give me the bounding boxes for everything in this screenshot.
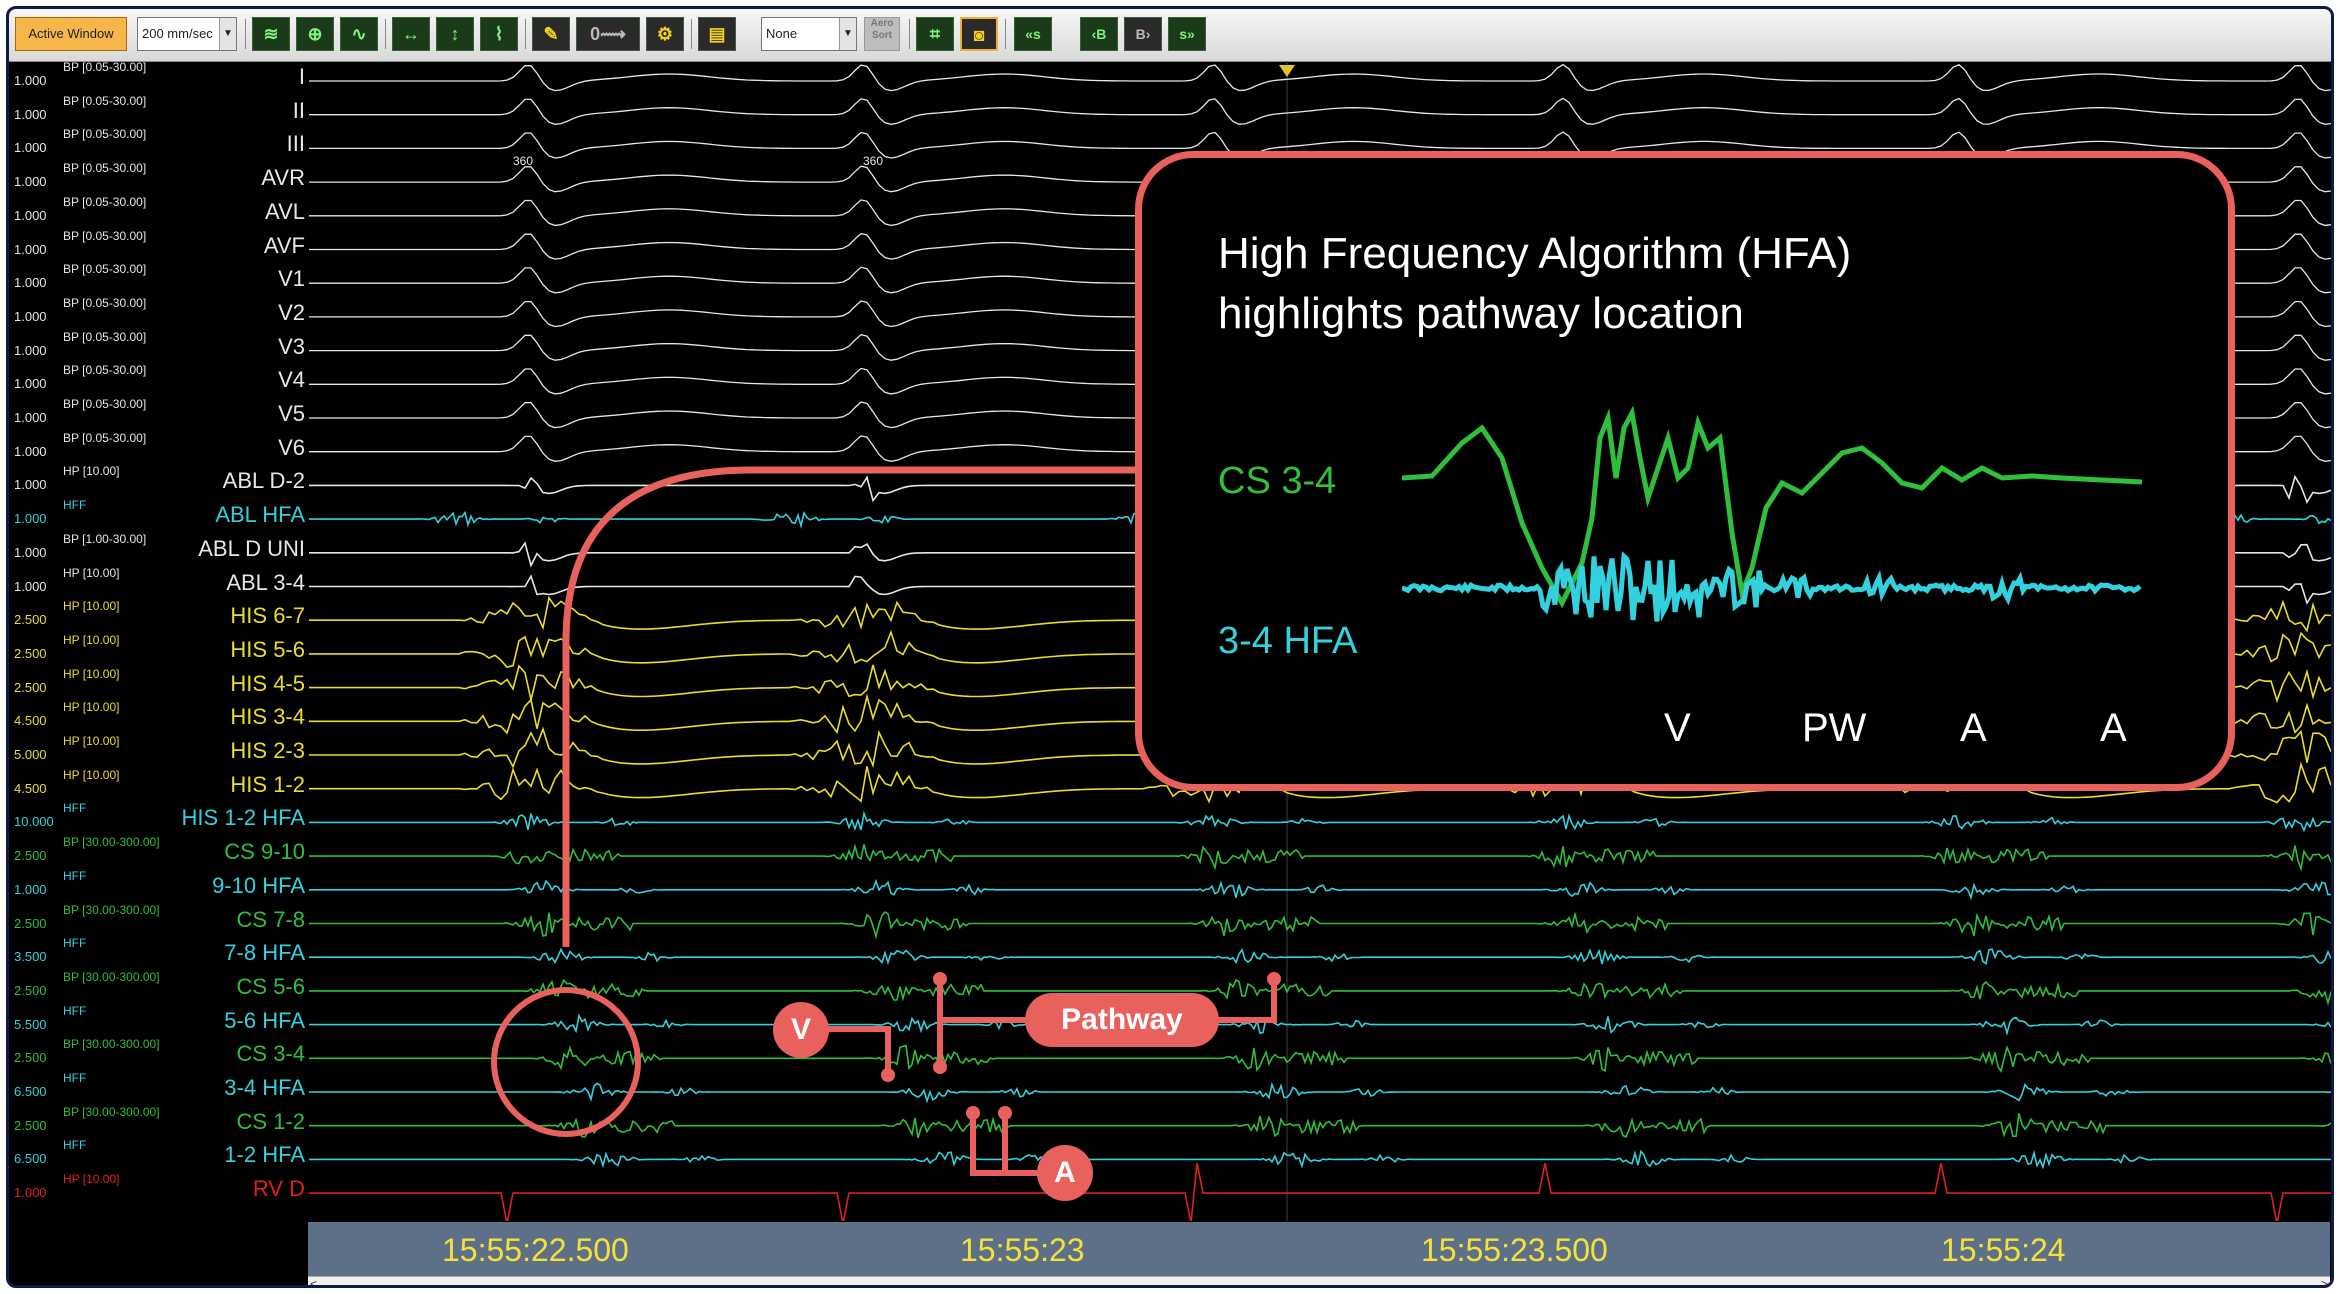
pathway-dot [1267,972,1281,986]
hfa-callout: High Frequency Algorithm (HFA) highlight… [1135,151,2235,791]
callout-marker-label: A [1960,706,1987,750]
v-marker-badge: V [773,1002,829,1058]
pathway-badge: Pathway [1025,993,1219,1047]
callout-marker-label: V [1664,706,1691,750]
callout-marker-label: PW [1802,706,1867,750]
callout-cs-trace [1402,405,2143,609]
callout-connector [562,466,1135,947]
a-dot [966,1106,980,1120]
callout-title-line1: High Frequency Algorithm (HFA) [1218,229,1852,278]
callout-zoom-traces [1402,405,2143,622]
pathway-dot [933,1060,947,1074]
highlight-circle [491,987,641,1137]
callout-title-line2: highlights pathway location [1218,289,1744,338]
callout-title: High Frequency Algorithm (HFA) highlight… [1218,224,1851,344]
callout-cs-label: CS 3-4 [1218,460,1337,502]
callout-marker-label: A [2100,706,2127,750]
vertical-scrollbar[interactable] [2331,61,2334,1288]
a-marker-badge: A [1037,1145,1093,1201]
a-dot [998,1106,1012,1120]
callout-hfa-trace [1402,551,2142,622]
v-dot [881,1068,895,1082]
ep-recording-window: Active Window 200 mm/sec ▼ ≋ ⊕ ∿ ↔ ↕ ⌇ ✎ … [6,6,2334,1288]
callout-hfa-label: 3-4 HFA [1218,620,1358,662]
a-leader [970,1113,1039,1176]
pathway-dot [933,972,947,986]
